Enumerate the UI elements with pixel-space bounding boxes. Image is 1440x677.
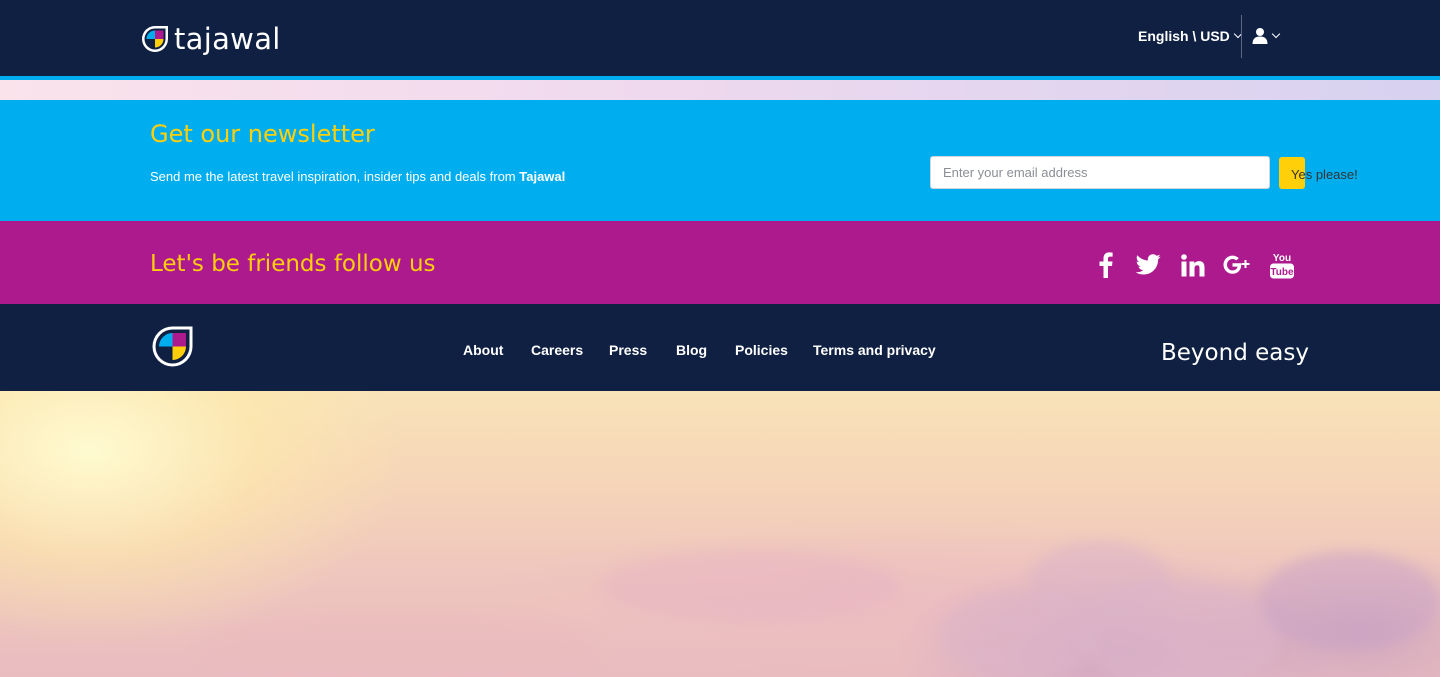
hero-sky-image [0,391,1440,677]
subscribe-button[interactable] [1279,157,1305,189]
newsletter-description: Send me the latest travel inspiration, i… [150,169,565,184]
youtube-icon[interactable]: You Tube [1269,250,1295,280]
language-currency-selector[interactable]: English \ USD [1138,26,1243,46]
brand-logo[interactable]: tajawal [140,22,281,56]
sky-strip [0,80,1440,100]
chevron-down-icon [1271,29,1281,39]
footer-link-press[interactable]: Press [609,342,647,358]
footer-link-about[interactable]: About [463,342,503,358]
user-menu-button[interactable] [1252,25,1281,47]
svg-text:You: You [1273,253,1291,264]
newsletter-title: Get our newsletter [150,120,375,148]
linkedin-icon[interactable] [1180,250,1205,280]
tagline: Beyond easy [1161,340,1309,366]
svg-text:Tube: Tube [1270,267,1294,278]
user-icon [1252,28,1268,44]
footer-link-careers[interactable]: Careers [531,342,583,358]
facebook-icon[interactable] [1098,250,1114,280]
newsletter-brand: Tajawal [519,169,566,184]
social-title: Let's be friends follow us [150,251,436,277]
language-currency-label: English \ USD [1138,28,1230,44]
newsletter-description-text: Send me the latest travel inspiration, i… [150,169,520,184]
footer-link-terms[interactable]: Terms and privacy [813,342,936,358]
footer-link-blog[interactable]: Blog [676,342,707,358]
google-plus-icon[interactable] [1223,250,1251,280]
email-input[interactable] [930,156,1270,189]
footer-link-policies[interactable]: Policies [735,342,788,358]
brand-name: tajawal [174,22,281,56]
twitter-icon[interactable] [1134,250,1161,280]
header-divider [1241,15,1242,58]
tajawal-logo-icon[interactable] [151,325,194,368]
tajawal-logo-icon [142,26,168,52]
